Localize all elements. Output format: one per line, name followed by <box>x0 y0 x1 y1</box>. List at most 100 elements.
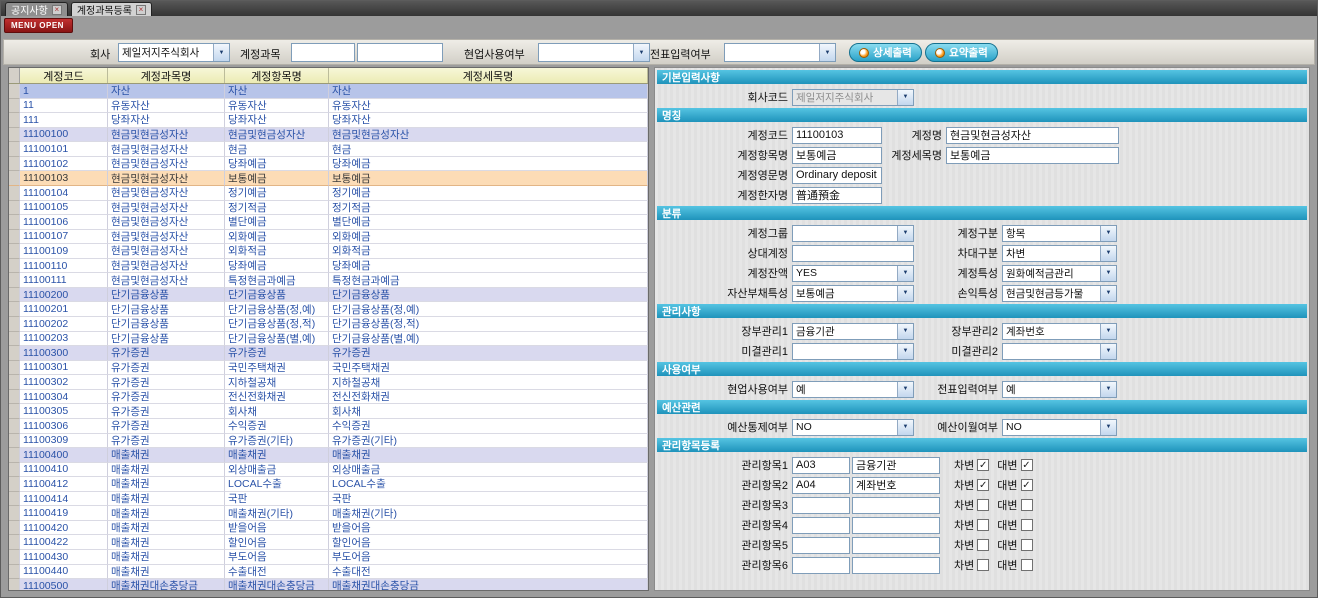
credit-checkbox[interactable] <box>1021 499 1033 511</box>
debit-checkbox[interactable] <box>977 459 989 471</box>
acct-code-input[interactable] <box>792 127 882 144</box>
table-row[interactable]: 11100101 현금및현금성자산 현금 현금 <box>9 142 648 157</box>
table-row[interactable]: 11100420 매출채권 받을어음 받을어음 <box>9 521 648 536</box>
table-row[interactable]: 11100430 매출채권 부도어음 부도어음 <box>9 550 648 565</box>
acct-english-input[interactable] <box>792 167 882 184</box>
table-row[interactable]: 111 당좌자산 당좌자산 당좌자산 <box>9 113 648 128</box>
table-row[interactable]: 11100110 현금및현금성자산 당좌예금 당좌예금 <box>9 259 648 274</box>
row-selector-cell[interactable] <box>9 171 20 186</box>
row-selector-cell[interactable] <box>9 273 20 288</box>
debit-checkbox[interactable] <box>977 519 989 531</box>
row-selector-cell[interactable] <box>9 142 20 157</box>
row-selector-cell[interactable] <box>9 419 20 434</box>
table-row[interactable]: 11100107 현금및현금성자산 외화예금 외화예금 <box>9 230 648 245</box>
table-row[interactable]: 11100309 유가증권 유가증권(기타) 유가증권(기타) <box>9 434 648 449</box>
row-selector-cell[interactable] <box>9 113 20 128</box>
table-row[interactable]: 11100306 유가증권 수익증권 수익증권 <box>9 419 648 434</box>
acct-item-input[interactable] <box>792 147 882 164</box>
header-cell-item[interactable]: 계정항목명 <box>225 68 329 83</box>
row-selector-cell[interactable] <box>9 579 20 590</box>
mgmt-item-name-input[interactable] <box>852 497 940 514</box>
row-selector-cell[interactable] <box>9 230 20 245</box>
row-selector-cell[interactable] <box>9 521 20 536</box>
row-selector-cell[interactable] <box>9 332 20 347</box>
acct-type-select[interactable]: 항목 <box>1002 225 1117 242</box>
voucher-entry-select[interactable] <box>724 43 836 62</box>
book-mgmt2-select[interactable]: 계좌번호 <box>1002 323 1117 340</box>
row-selector-cell[interactable] <box>9 434 20 449</box>
row-selector-cell[interactable] <box>9 361 20 376</box>
debit-checkbox[interactable] <box>977 539 989 551</box>
close-icon[interactable] <box>52 5 62 15</box>
account-code-input[interactable] <box>291 43 355 62</box>
header-cell-detail[interactable]: 계정세목명 <box>329 68 648 83</box>
table-row[interactable]: 11100103 현금및현금성자산 보통예금 보통예금 <box>9 171 648 186</box>
table-row[interactable]: 11100203 단기금융상품 단기금융상품(별,예) 단기금융상품(별,예) <box>9 332 648 347</box>
budget-control-select[interactable]: NO <box>792 419 914 436</box>
mgmt-item-name-input[interactable] <box>852 557 940 574</box>
table-row[interactable]: 11100440 매출채권 수출대전 수출대전 <box>9 565 648 580</box>
table-row[interactable]: 11100105 현금및현금성자산 정기적금 정기적금 <box>9 201 648 216</box>
row-selector-cell[interactable] <box>9 302 20 317</box>
row-selector-cell[interactable] <box>9 448 20 463</box>
table-row[interactable]: 11100301 유가증권 국민주택채권 국민주택채권 <box>9 361 648 376</box>
table-row[interactable]: 11100111 현금및현금성자산 특정현금과예금 특정현금과예금 <box>9 273 648 288</box>
menu-open-button[interactable]: MENU OPEN <box>4 18 73 33</box>
credit-checkbox[interactable] <box>1021 479 1033 491</box>
credit-checkbox[interactable] <box>1021 519 1033 531</box>
table-row[interactable]: 11100201 단기금융상품 단기금융상품(정,예) 단기금융상품(정,예) <box>9 302 648 317</box>
debit-checkbox[interactable] <box>977 479 989 491</box>
table-row[interactable]: 11100109 현금및현금성자산 외화적금 외화적금 <box>9 244 648 259</box>
budget-carryover-select[interactable]: NO <box>1002 419 1117 436</box>
table-row[interactable]: 11100400 매출채권 매출채권 매출채권 <box>9 448 648 463</box>
debit-checkbox[interactable] <box>977 559 989 571</box>
table-row[interactable]: 11100414 매출채권 국판 국판 <box>9 492 648 507</box>
mgmt-item-name-input[interactable] <box>852 517 940 534</box>
book-mgmt1-select[interactable]: 금융기관 <box>792 323 914 340</box>
acct-detail-input[interactable] <box>946 147 1119 164</box>
credit-checkbox[interactable] <box>1021 539 1033 551</box>
acct-hanja-input[interactable] <box>792 187 882 204</box>
row-selector-cell[interactable] <box>9 477 20 492</box>
row-selector-cell[interactable] <box>9 244 20 259</box>
debit-credit-type-select[interactable]: 차변 <box>1002 245 1117 262</box>
pending-mgmt2-select[interactable] <box>1002 343 1117 360</box>
credit-checkbox[interactable] <box>1021 559 1033 571</box>
table-row[interactable]: 11100305 유가증권 회사채 회사채 <box>9 404 648 419</box>
mgmt-item-name-input[interactable] <box>852 457 940 474</box>
row-selector-cell[interactable] <box>9 288 20 303</box>
profit-loss-select[interactable]: 현금및현금등가물 <box>1002 285 1117 302</box>
row-selector-cell[interactable] <box>9 317 20 332</box>
table-row[interactable]: 11100104 현금및현금성자산 정기예금 정기예금 <box>9 186 648 201</box>
table-row[interactable]: 11100106 현금및현금성자산 별단예금 별단예금 <box>9 215 648 230</box>
row-selector-cell[interactable] <box>9 215 20 230</box>
row-selector-cell[interactable] <box>9 535 20 550</box>
row-selector-cell[interactable] <box>9 259 20 274</box>
table-row[interactable]: 11100300 유가증권 유가증권 유가증권 <box>9 346 648 361</box>
table-row[interactable]: 11100422 매출채권 할인어음 할인어음 <box>9 535 648 550</box>
field-use-select[interactable] <box>538 43 650 62</box>
table-row[interactable]: 11100419 매출채권 매출채권(기타) 매출채권(기타) <box>9 506 648 521</box>
row-selector-cell[interactable] <box>9 84 20 99</box>
mgmt-item-name-input[interactable] <box>852 477 940 494</box>
mgmt-item-code-input[interactable] <box>792 477 850 494</box>
header-cell-name[interactable]: 계정과목명 <box>108 68 225 83</box>
mgmt-item-code-input[interactable] <box>792 557 850 574</box>
row-selector-cell[interactable] <box>9 506 20 521</box>
asset-liability-select[interactable]: 보통예금 <box>792 285 914 302</box>
tab-notice[interactable]: 공지사항 <box>5 2 68 16</box>
credit-checkbox[interactable] <box>1021 459 1033 471</box>
acct-name-input[interactable] <box>946 127 1119 144</box>
row-selector-cell[interactable] <box>9 390 20 405</box>
detail-print-button[interactable]: 상세출력 <box>849 43 922 62</box>
table-row[interactable]: 1 자산 자산 자산 <box>9 84 648 99</box>
row-selector-cell[interactable] <box>9 128 20 143</box>
row-selector-cell[interactable] <box>9 157 20 172</box>
acct-characteristic-select[interactable]: 원화예적금관리 <box>1002 265 1117 282</box>
company-select[interactable]: 제일저지주식회사 <box>118 43 230 62</box>
table-row[interactable]: 11100302 유가증권 지하철공채 지하철공채 <box>9 375 648 390</box>
row-selector-cell[interactable] <box>9 186 20 201</box>
mgmt-item-code-input[interactable] <box>792 517 850 534</box>
summary-print-button[interactable]: 요약출력 <box>925 43 998 62</box>
table-row[interactable]: 11100412 매출채권 LOCAL수출 LOCAL수출 <box>9 477 648 492</box>
